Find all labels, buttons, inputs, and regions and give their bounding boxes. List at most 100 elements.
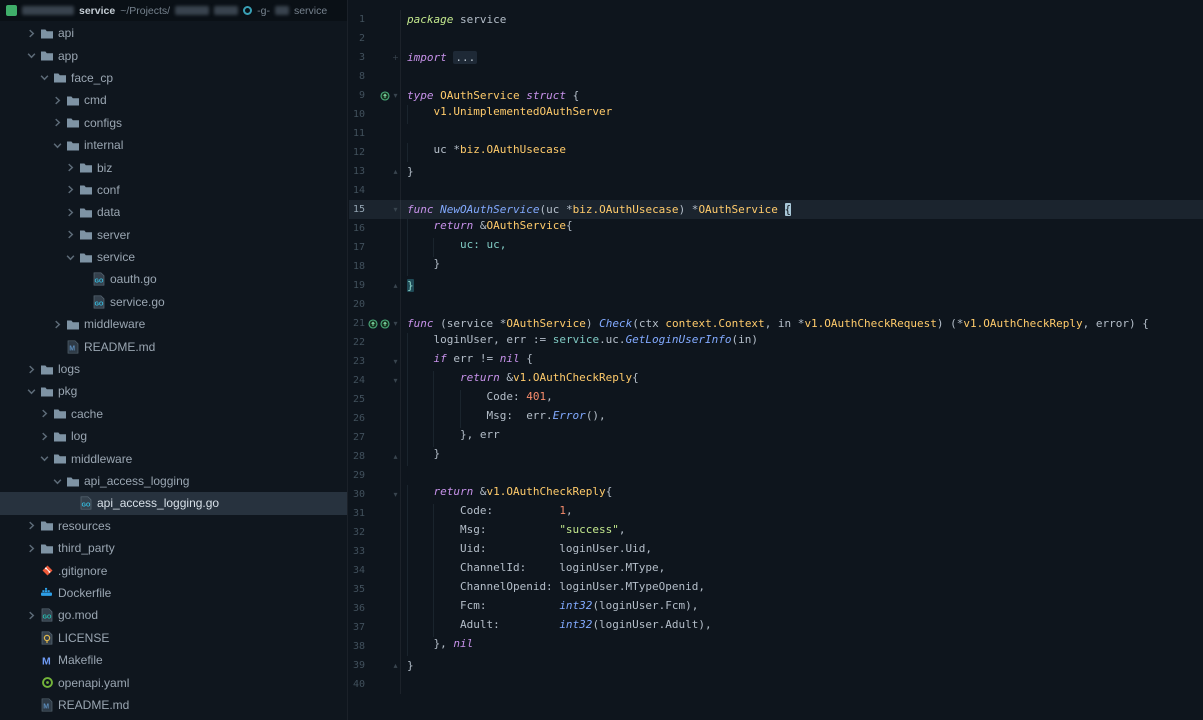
implementation-marker-icon[interactable] <box>368 319 378 329</box>
chevron-right-icon[interactable] <box>24 611 38 620</box>
tree-item-api-access-logging-go[interactable]: GOapi_access_logging.go <box>0 492 347 514</box>
code-line[interactable]: 37Adult: int32(loginUser.Adult), <box>349 618 1203 637</box>
code-line[interactable]: 15▾func NewOAuthService(uc *biz.OAuthUse… <box>349 200 1203 219</box>
code-line[interactable]: 11 <box>349 124 1203 143</box>
chevron-right-icon[interactable] <box>63 185 77 194</box>
code-line[interactable]: 2 <box>349 29 1203 48</box>
code-line[interactable]: 3+import ... <box>349 48 1203 67</box>
fold-marker[interactable]: ▾ <box>391 200 401 219</box>
code-line[interactable]: 14 <box>349 181 1203 200</box>
code-line[interactable]: 12uc *biz.OAuthUsecase <box>349 143 1203 162</box>
implementation-marker-icon[interactable] <box>380 319 390 329</box>
chevron-right-icon[interactable] <box>24 29 38 38</box>
code-line[interactable]: 39▴} <box>349 656 1203 675</box>
chevron-right-icon[interactable] <box>24 544 38 553</box>
tree-item-makefile[interactable]: MMakefile <box>0 649 347 671</box>
tree-item-oauth-go[interactable]: GOoauth.go <box>0 268 347 290</box>
chevron-right-icon[interactable] <box>24 521 38 530</box>
code-line[interactable]: 31Code: 1, <box>349 504 1203 523</box>
chevron-right-icon[interactable] <box>24 365 38 374</box>
tree-item-license[interactable]: LICENSE <box>0 627 347 649</box>
code-line[interactable]: 28▴} <box>349 447 1203 466</box>
code-line[interactable]: 1package service <box>349 10 1203 29</box>
chevron-right-icon[interactable] <box>63 208 77 217</box>
fold-marker[interactable]: ▾ <box>391 352 401 371</box>
fold-marker[interactable]: ▴ <box>391 162 401 181</box>
code-line[interactable]: 23▾if err != nil { <box>349 352 1203 371</box>
code-line[interactable]: 29 <box>349 466 1203 485</box>
code-line[interactable]: 32Msg: "success", <box>349 523 1203 542</box>
chevron-right-icon[interactable] <box>50 96 64 105</box>
code-line[interactable]: 13▴} <box>349 162 1203 181</box>
tree-item-server[interactable]: server <box>0 224 347 246</box>
tree-item-data[interactable]: data <box>0 201 347 223</box>
code-line[interactable]: 25Code: 401, <box>349 390 1203 409</box>
code-line[interactable]: 30▾return &v1.OAuthCheckReply{ <box>349 485 1203 504</box>
code-line[interactable]: 19▴} <box>349 276 1203 295</box>
code-line[interactable]: 40 <box>349 675 1203 694</box>
code-line[interactable]: 22loginUser, err := service.uc.GetLoginU… <box>349 333 1203 352</box>
fold-marker[interactable]: ▾ <box>391 485 401 504</box>
code-line[interactable]: 34ChannelId: loginUser.MType, <box>349 561 1203 580</box>
tree-item-readme-md[interactable]: MREADME.md <box>0 694 347 716</box>
code-line[interactable]: 10v1.UnimplementedOAuthServer <box>349 105 1203 124</box>
chevron-down-icon[interactable] <box>37 454 51 463</box>
fold-marker[interactable]: + <box>391 48 401 67</box>
tree-item-third-party[interactable]: third_party <box>0 537 347 559</box>
code-line[interactable]: 20 <box>349 295 1203 314</box>
editor-panel[interactable]: 1package service23+import ...89▾type OAu… <box>349 0 1203 720</box>
fold-marker[interactable]: ▾ <box>391 371 401 390</box>
tree-item-service[interactable]: service <box>0 246 347 268</box>
chevron-right-icon[interactable] <box>50 118 64 127</box>
fold-marker[interactable]: ▾ <box>391 314 401 333</box>
code-line[interactable]: 9▾type OAuthService struct { <box>349 86 1203 105</box>
tree-item-conf[interactable]: conf <box>0 179 347 201</box>
tree-item-configs[interactable]: configs <box>0 112 347 134</box>
code-line[interactable]: 33Uid: loginUser.Uid, <box>349 542 1203 561</box>
fold-marker[interactable]: ▴ <box>391 276 401 295</box>
tree-item-api-access-logging[interactable]: api_access_logging <box>0 470 347 492</box>
chevron-down-icon[interactable] <box>63 253 77 262</box>
code-line[interactable]: 35ChannelOpenid: loginUser.MTypeOpenid, <box>349 580 1203 599</box>
tree-item-cache[interactable]: cache <box>0 403 347 425</box>
code-line[interactable]: 18} <box>349 257 1203 276</box>
chevron-right-icon[interactable] <box>50 320 64 329</box>
fold-marker[interactable]: ▴ <box>391 656 401 675</box>
tree-item-dockerfile[interactable]: Dockerfile <box>0 582 347 604</box>
tree-item-api[interactable]: api <box>0 22 347 44</box>
tree-item-readme-md[interactable]: MREADME.md <box>0 335 347 357</box>
tree-item-middleware[interactable]: middleware <box>0 313 347 335</box>
chevron-down-icon[interactable] <box>50 141 64 150</box>
code-line[interactable]: 16return &OAuthService{ <box>349 219 1203 238</box>
code-line[interactable]: 26Msg: err.Error(), <box>349 409 1203 428</box>
chevron-right-icon[interactable] <box>37 409 51 418</box>
code-line[interactable]: 38}, nil <box>349 637 1203 656</box>
code-line[interactable]: 24▾return &v1.OAuthCheckReply{ <box>349 371 1203 390</box>
tree-item-middleware[interactable]: middleware <box>0 447 347 469</box>
code-line[interactable]: 21▾func (service *OAuthService) Check(ct… <box>349 314 1203 333</box>
chevron-right-icon[interactable] <box>63 230 77 239</box>
tree-item-face-cp[interactable]: face_cp <box>0 67 347 89</box>
tree-item-internal[interactable]: internal <box>0 134 347 156</box>
chevron-right-icon[interactable] <box>63 163 77 172</box>
tree-item-gitignore[interactable]: .gitignore <box>0 559 347 581</box>
chevron-down-icon[interactable] <box>24 387 38 396</box>
tree-item-log[interactable]: log <box>0 425 347 447</box>
tree-item-go-mod[interactable]: GOgo.mod <box>0 604 347 626</box>
fold-marker[interactable]: ▾ <box>391 86 401 105</box>
tree-item-logs[interactable]: logs <box>0 358 347 380</box>
tree-item-service-go[interactable]: GOservice.go <box>0 291 347 313</box>
tree-item-pkg[interactable]: pkg <box>0 380 347 402</box>
tree-item-resources[interactable]: resources <box>0 515 347 537</box>
tree-item-biz[interactable]: biz <box>0 156 347 178</box>
implementation-marker-icon[interactable] <box>380 91 390 101</box>
code-line[interactable]: 17uc: uc, <box>349 238 1203 257</box>
code-line[interactable]: 27}, err <box>349 428 1203 447</box>
chevron-down-icon[interactable] <box>50 477 64 486</box>
code-line[interactable]: 36Fcm: int32(loginUser.Fcm), <box>349 599 1203 618</box>
code-line[interactable]: 8 <box>349 67 1203 86</box>
chevron-down-icon[interactable] <box>24 51 38 60</box>
tree-item-cmd[interactable]: cmd <box>0 89 347 111</box>
chevron-down-icon[interactable] <box>37 73 51 82</box>
tree-item-app[interactable]: app <box>0 44 347 66</box>
